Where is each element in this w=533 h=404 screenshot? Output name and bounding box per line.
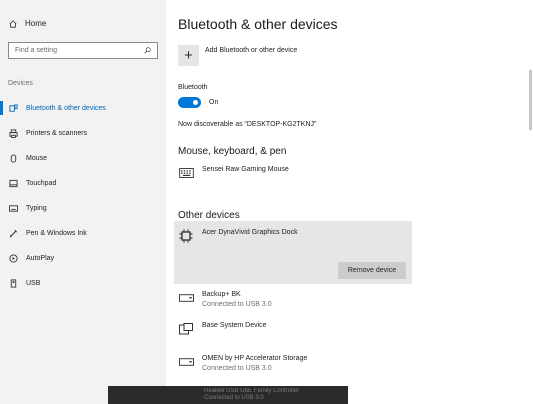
selected-device-panel[interactable]: Acer DynaVivid Graphics Dock Remove devi… [174, 221, 412, 284]
device-item-backup[interactable]: Backup+ BK Connected to USB 3.0 [178, 291, 272, 308]
device-name: Sensei Raw Gaming Mouse [202, 166, 289, 173]
bluetooth-toggle-row: On [178, 97, 218, 108]
bluetooth-toggle[interactable] [178, 97, 201, 108]
search-placeholder: Find a setting [15, 47, 58, 54]
pen-icon [9, 229, 18, 238]
page-title: Bluetooth & other devices [178, 16, 338, 32]
add-device-label: Add Bluetooth or other device [205, 47, 298, 54]
sidebar-item-usb[interactable]: USB [0, 271, 166, 296]
remove-device-button[interactable]: Remove device [338, 262, 406, 279]
keyboard-icon [178, 167, 194, 179]
system-device-icon [178, 323, 194, 335]
bluetooth-icon [9, 104, 18, 113]
device-name: OMEN by HP Accelerator Storage [202, 355, 308, 362]
search-icon[interactable] [144, 47, 151, 54]
device-status: Connected to USB 3.0 [202, 365, 272, 372]
sidebar-item-mouse[interactable]: Mouse [0, 146, 166, 171]
bluetooth-label: Bluetooth [178, 84, 208, 91]
mouse-keyboard-pen-heading: Mouse, keyboard, & pen [178, 146, 287, 157]
plus-icon: + [184, 47, 193, 64]
sidebar-item-label: Mouse [26, 155, 48, 162]
drive-icon [178, 292, 194, 304]
main-content: Bluetooth & other devices + Add Bluetoot… [166, 0, 533, 404]
usb-icon [9, 279, 18, 288]
add-device-button[interactable]: + [178, 45, 199, 66]
sidebar-item-label: Typing [26, 205, 47, 212]
device-name: Backup+ BK [202, 291, 241, 298]
device-item-acer-dock[interactable]: Acer DynaVivid Graphics Dock [178, 229, 298, 243]
partial-device-item: Realtek USB GbE Family Controller Connec… [204, 388, 299, 402]
autoplay-icon [9, 254, 18, 263]
sidebar-item-autoplay[interactable]: AutoPlay [0, 246, 166, 271]
printer-icon [9, 129, 18, 138]
chip-icon [178, 229, 194, 243]
sidebar-item-touchpad[interactable]: Touchpad [0, 171, 166, 196]
sidebar-item-bluetooth[interactable]: Bluetooth & other devices [0, 96, 166, 121]
sidebar-item-label: Printers & scanners [26, 130, 88, 137]
mouse-icon [9, 154, 18, 163]
other-devices-heading: Other devices [178, 210, 240, 221]
bluetooth-state: On [209, 99, 219, 106]
drive-icon [178, 356, 194, 368]
sidebar-item-label: AutoPlay [26, 255, 55, 262]
device-name: Base System Device [202, 322, 267, 329]
device-name: Acer DynaVivid Graphics Dock [202, 229, 298, 236]
partial-device-status: Connected to USB 3.0 [204, 395, 264, 401]
touchpad-icon [9, 179, 18, 188]
device-item-base-system[interactable]: Base System Device [178, 322, 267, 335]
device-item-omen[interactable]: OMEN by HP Accelerator Storage Connected… [178, 355, 307, 372]
search-input[interactable]: Find a setting [8, 42, 158, 59]
device-item-mouse[interactable]: Sensei Raw Gaming Mouse [178, 166, 289, 179]
home-label: Home [25, 19, 47, 28]
sidebar-item-typing[interactable]: Typing [0, 196, 166, 221]
sidebar: Home Find a setting Devices Bluetooth & … [0, 0, 166, 404]
discoverable-text: Now discoverable as “DESKTOP-KG2TKNJ” [178, 121, 317, 128]
sidebar-nav: Bluetooth & other devices Printers & sca… [0, 96, 166, 296]
sidebar-item-pen[interactable]: Pen & Windows Ink [0, 221, 166, 246]
home-icon [9, 19, 17, 28]
keyboard-icon [9, 204, 18, 213]
sidebar-item-printers[interactable]: Printers & scanners [0, 121, 166, 146]
add-device-row[interactable]: + Add Bluetooth or other device [178, 45, 297, 66]
device-status: Connected to USB 3.0 [202, 301, 272, 308]
scrollbar[interactable] [529, 70, 532, 130]
sidebar-item-label: Touchpad [26, 180, 57, 187]
sidebar-item-label: Pen & Windows Ink [26, 230, 87, 237]
partial-device-name: Realtek USB GbE Family Controller [204, 388, 300, 394]
sidebar-item-label: Bluetooth & other devices [26, 105, 106, 112]
devices-section-label: Devices [8, 80, 33, 87]
home-link[interactable]: Home [9, 19, 46, 28]
sidebar-item-label: USB [26, 280, 41, 287]
